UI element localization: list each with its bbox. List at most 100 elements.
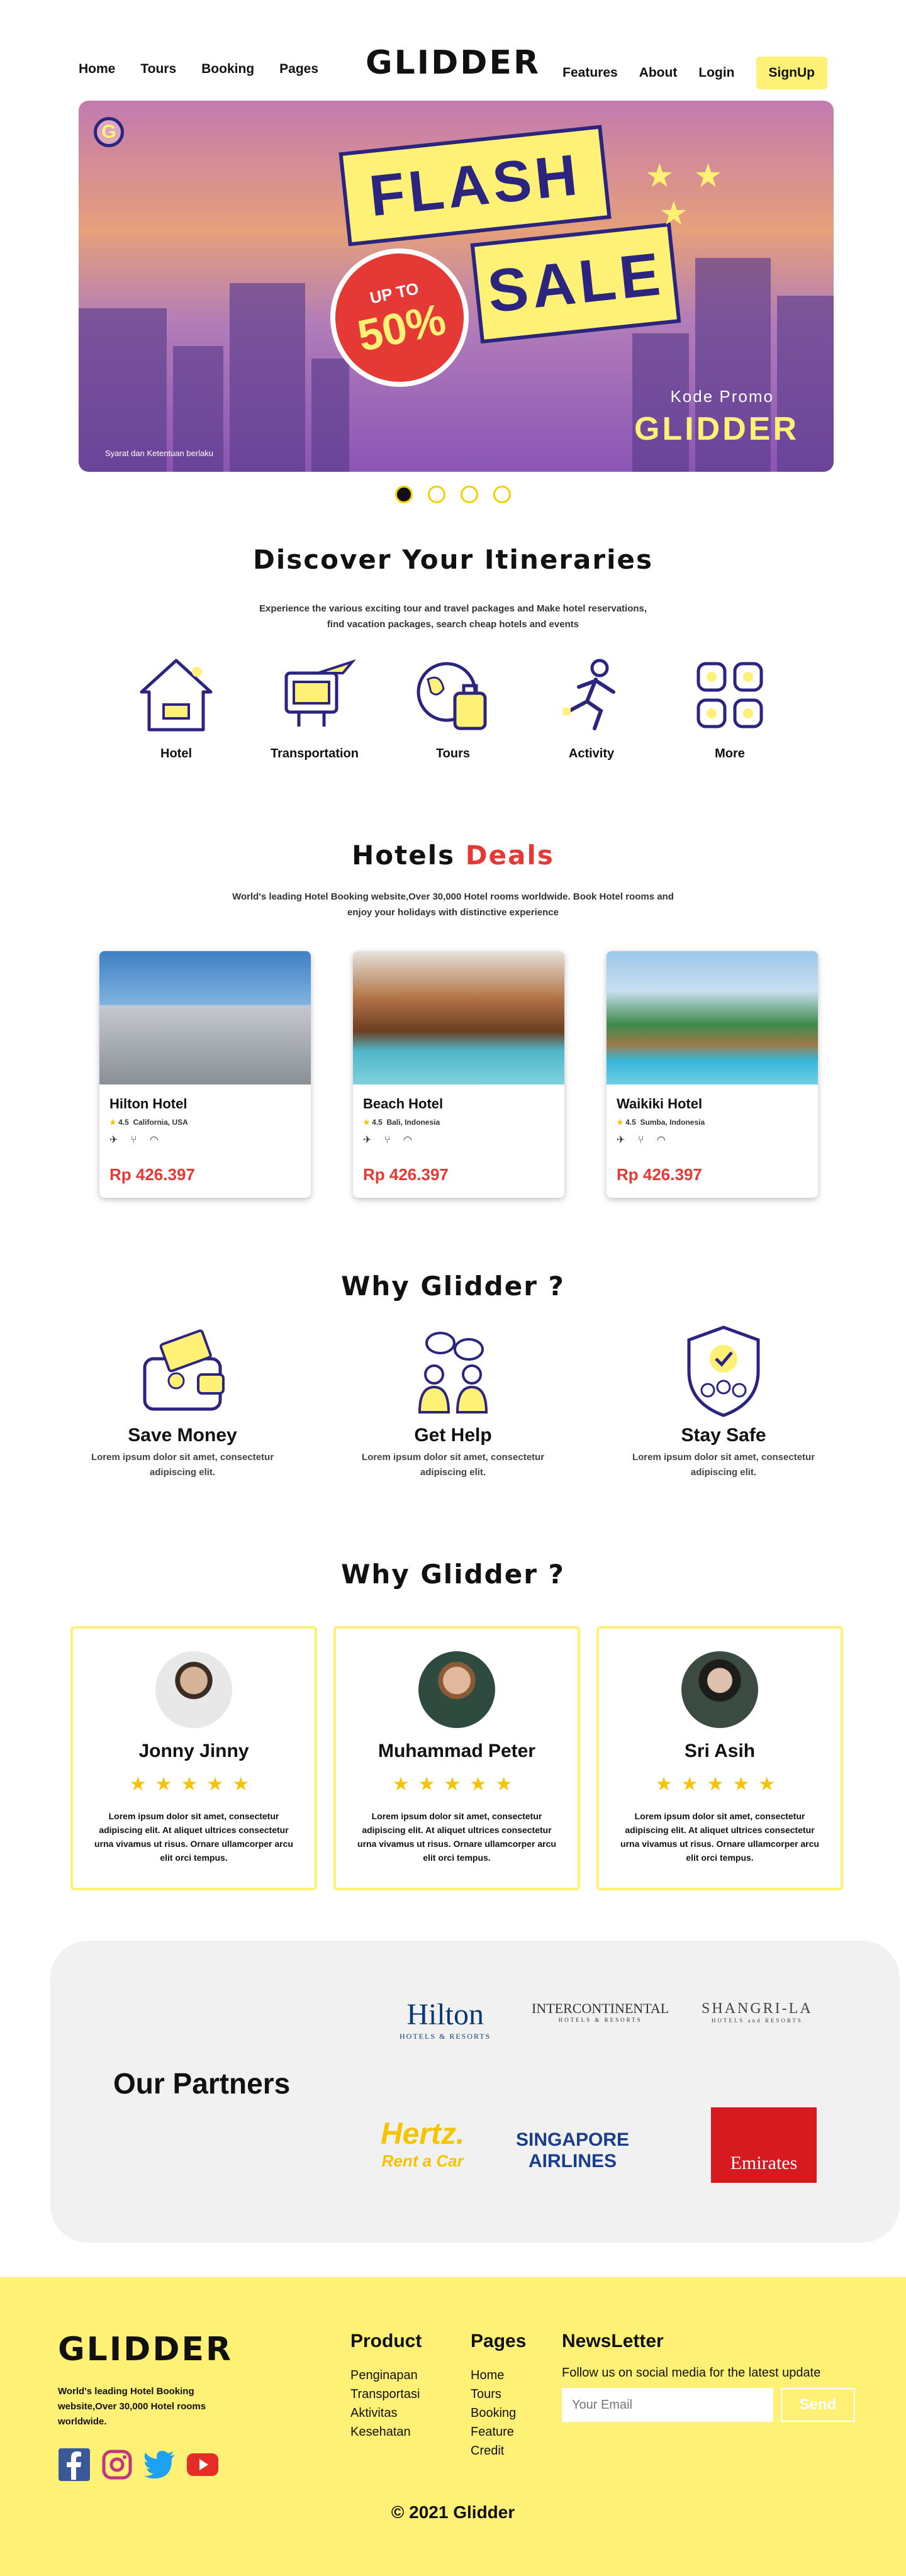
- why-item-desc: Lorem ipsum dolor sit amet, consectetur a…: [69, 1450, 296, 1480]
- amenity-icons: ✈ ⑂ ◠: [617, 1135, 671, 1146]
- nav-features-link[interactable]: Features: [562, 65, 618, 81]
- category-more[interactable]: More: [667, 651, 793, 761]
- category-activity[interactable]: Activity: [528, 651, 654, 761]
- intercontinental-logo[interactable]: INTERCONTINENTAL HOTELS & RESORTS: [532, 2000, 669, 2023]
- hero-badge-logo: G: [94, 117, 124, 147]
- footer-pages-title: Pages: [471, 2331, 527, 2351]
- hotel-card[interactable]: Beach Hotel ★ 4.5 Bali, Indonesia ✈ ⑂ ◠ …: [353, 951, 564, 1198]
- grid-squares-icon: [686, 651, 774, 739]
- category-label: Tours: [435, 747, 471, 761]
- hotel-card[interactable]: Waikiki Hotel ★ 4.5 Sumba, Indonesia ✈ ⑂…: [607, 951, 818, 1198]
- footer-link[interactable]: Tours: [471, 2385, 526, 2404]
- testimonial-text: Lorem ipsum dolor sit amet, consectetur …: [620, 1811, 819, 1863]
- newsletter-send-button[interactable]: Send: [781, 2388, 855, 2422]
- shangri-la-logo[interactable]: SHANGRI-LA HOTELS and RESORTS: [702, 2000, 813, 2024]
- sale-box: SALE: [470, 222, 681, 344]
- hilton-logo[interactable]: Hilton HOTELS & RESORTS: [400, 1997, 491, 2041]
- footer-link[interactable]: Home: [471, 2366, 526, 2385]
- youtube-icon[interactable]: [186, 2448, 219, 2481]
- why-item-desc-line2: adipiscing elit.: [420, 1467, 486, 1478]
- wallet-icon: [129, 1324, 236, 1419]
- nav-tours-link[interactable]: Tours: [140, 62, 176, 77]
- twitter-icon[interactable]: [143, 2448, 176, 2481]
- footer-link[interactable]: Booking: [471, 2404, 526, 2423]
- top-nav: Home Tours Booking Pages GLIDDER Feature…: [79, 44, 827, 94]
- why-item-title: Save Money: [128, 1425, 237, 1446]
- nav-about-link[interactable]: About: [639, 65, 678, 81]
- category-tours[interactable]: Tours: [390, 651, 516, 761]
- footer-link[interactable]: Transportasi: [350, 2385, 422, 2404]
- carousel-dot-2[interactable]: [428, 486, 445, 503]
- terms-text: Syarat dan Ketentuan berlaku: [105, 449, 214, 458]
- nav-home-link[interactable]: Home: [79, 62, 115, 77]
- shield-check-icon: [670, 1324, 777, 1419]
- testimonial-text: Lorem ipsum dolor sit amet, consectetur …: [94, 1811, 293, 1863]
- singapore-airlines-logo[interactable]: SINGAPORE AIRLINES: [516, 2129, 629, 2172]
- footer-link[interactable]: Kesehatan: [350, 2423, 422, 2441]
- facebook-icon[interactable]: [58, 2448, 91, 2481]
- plane-monitor-icon: [271, 651, 359, 739]
- instagram-icon[interactable]: [101, 2448, 133, 2481]
- footer-link[interactable]: Penginapan: [350, 2366, 422, 2385]
- testimonial-name: Muhammad Peter: [378, 1741, 536, 1761]
- rating-stars-icon: ★★★★★: [129, 1774, 259, 1795]
- newsletter-form: Send: [562, 2388, 855, 2422]
- signup-button[interactable]: SignUp: [756, 57, 827, 89]
- hertz-logo[interactable]: Hertz. Rent a Car: [381, 2117, 464, 2171]
- hotel-card-list: Hilton Hotel ★ 4.5 California, USA ✈ ⑂ ◠…: [99, 951, 818, 1198]
- rating-stars-icon: ★★★★★: [392, 1774, 522, 1795]
- why-title: Why Glidder ?: [341, 1271, 565, 1302]
- footer-link[interactable]: Feature: [471, 2423, 526, 2441]
- category-transportation[interactable]: Transportation: [252, 651, 378, 761]
- avatar: [418, 1651, 495, 1728]
- sia-sub: AIRLINES: [528, 2151, 617, 2172]
- footer-newsletter-title: NewsLetter: [562, 2331, 664, 2351]
- why-item-title: Get Help: [414, 1425, 492, 1446]
- emirates-logo[interactable]: Emirates: [711, 2107, 817, 2183]
- amenity-icons: ✈ ⑂ ◠: [363, 1135, 417, 1146]
- hero-banner[interactable]: G FLASH SALE UP TO 50% ★ ★ ★ Kode Promo …: [79, 101, 834, 472]
- people-chat-icon: [400, 1324, 506, 1419]
- discover-subtitle-line2: find vacation packages, search cheap hot…: [327, 619, 579, 630]
- discover-title: Discover Your Itineraries: [253, 544, 653, 575]
- star-icon: ★: [109, 1118, 119, 1127]
- hotel-price: Rp 426.397: [363, 1165, 449, 1184]
- flash-sale-graphic: FLASH SALE UP TO 50%: [317, 125, 681, 400]
- category-hotel[interactable]: Hotel: [113, 651, 239, 761]
- why-item: Save Money Lorem ipsum dolor sit amet, c…: [69, 1324, 296, 1480]
- footer-pages-column: Pages Home Tours Booking Feature Credit: [471, 2331, 526, 2460]
- testimonial-text: Lorem ipsum dolor sit amet, consectetur …: [357, 1811, 556, 1863]
- avatar: [155, 1651, 232, 1728]
- category-label: Transportation: [270, 747, 359, 761]
- why-item-desc-line1: Lorem ipsum dolor sit amet, consectetur: [361, 1452, 545, 1463]
- star-icon: ★: [617, 1118, 626, 1127]
- footer-link[interactable]: Aktivitas: [350, 2404, 422, 2423]
- nav-login-link[interactable]: Login: [698, 65, 734, 81]
- star-icon: ★: [363, 1118, 372, 1127]
- carousel-dot-1[interactable]: [395, 486, 413, 503]
- carousel-dot-3[interactable]: [461, 486, 478, 503]
- hotel-location: Sumba, Indonesia: [640, 1118, 705, 1127]
- hotel-deals-title: Hotels Deals: [0, 840, 906, 871]
- nav-booking-link[interactable]: Booking: [201, 62, 254, 77]
- globe-luggage-icon: [409, 651, 497, 739]
- carousel-dot-4[interactable]: [493, 486, 511, 503]
- newsletter-email-input[interactable]: [562, 2388, 773, 2422]
- promo-label: Kode Promo: [670, 387, 774, 406]
- footer-newsletter-column: NewsLetter Follow us on social media for…: [562, 2331, 855, 2422]
- site-logo[interactable]: GLIDDER: [366, 44, 540, 82]
- emirates-name: Emirates: [730, 2153, 798, 2173]
- running-person-icon: [547, 651, 635, 739]
- category-label: Hotel: [160, 747, 192, 761]
- testimonials-title: Why Glidder ?: [341, 1559, 565, 1590]
- hotel-deals-title-a: Hotels: [352, 840, 456, 871]
- hotel-price: Rp 426.397: [109, 1165, 195, 1184]
- partners-section: Our Partners Hilton HOTELS & RESORTS INTE…: [50, 1941, 900, 2243]
- why-item-desc-line2: adipiscing elit.: [690, 1467, 757, 1478]
- discover-subtitle-line1: Experience the various exciting tour and…: [259, 603, 647, 614]
- hotel-card[interactable]: Hilton Hotel ★ 4.5 California, USA ✈ ⑂ ◠…: [99, 951, 311, 1198]
- footer-logo[interactable]: GLIDDER: [58, 2331, 233, 2368]
- footer-link[interactable]: Credit: [471, 2441, 526, 2460]
- hotel-rating-value: 4.5: [372, 1118, 383, 1127]
- nav-pages-link[interactable]: Pages: [279, 62, 318, 77]
